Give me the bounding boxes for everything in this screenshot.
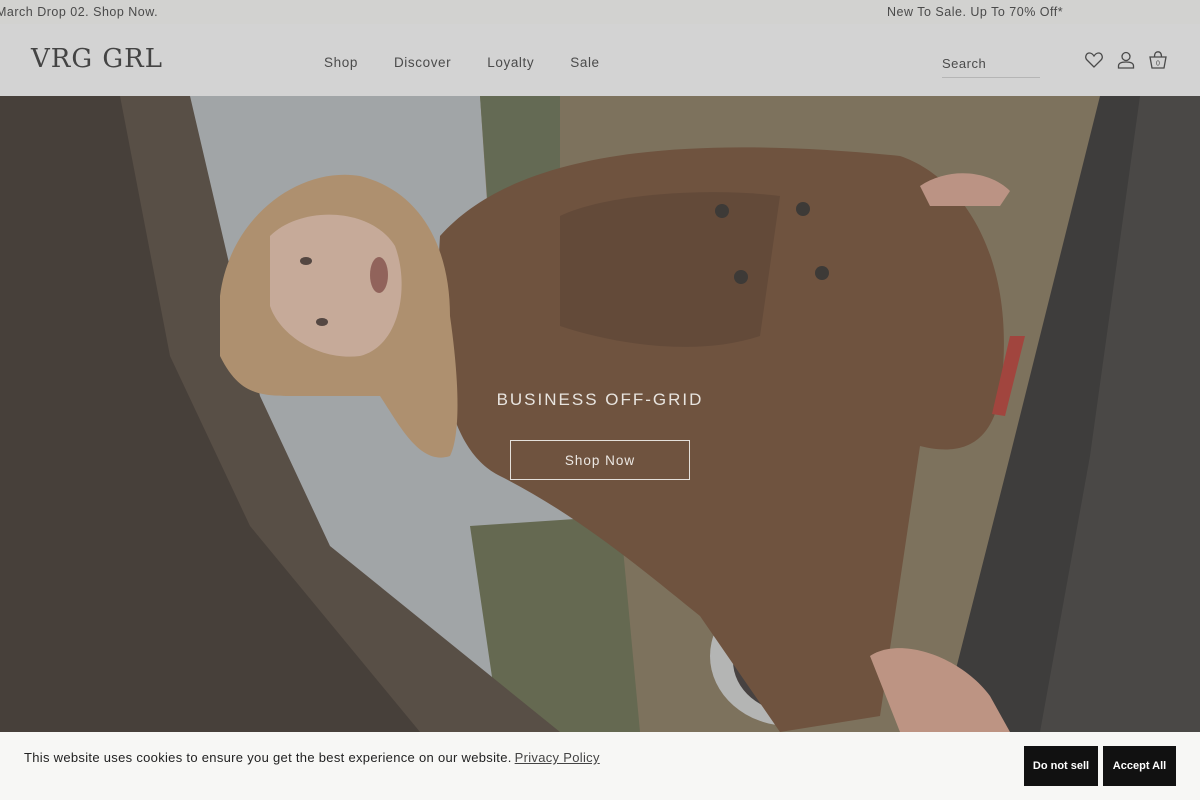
brand-logo[interactable]: VRG GRL bbox=[31, 44, 163, 74]
search-input[interactable] bbox=[942, 56, 1040, 71]
hero-shop-now-button[interactable]: Shop Now bbox=[510, 440, 690, 480]
main-nav: Shop Discover Loyalty Sale bbox=[324, 55, 636, 70]
nav-item-shop[interactable]: Shop bbox=[324, 55, 358, 70]
bag-count: 0 bbox=[1156, 61, 1160, 68]
announcement-bar: March Drop 02. Shop Now. New To Sale. Up… bbox=[0, 0, 1200, 24]
do-not-sell-button[interactable]: Do not sell bbox=[1024, 746, 1098, 786]
search-box bbox=[942, 55, 1040, 78]
announcement-right[interactable]: New To Sale. Up To 70% Off* bbox=[887, 5, 1063, 19]
nav-item-discover[interactable]: Discover bbox=[394, 55, 451, 70]
hero-overlay bbox=[0, 96, 1200, 732]
privacy-policy-link[interactable]: Privacy Policy bbox=[515, 750, 600, 765]
site-header: VRG GRL Shop Discover Loyalty Sale 0 bbox=[0, 24, 1200, 96]
user-icon[interactable] bbox=[1116, 50, 1136, 70]
accept-all-button[interactable]: Accept All bbox=[1103, 746, 1176, 786]
nav-item-loyalty[interactable]: Loyalty bbox=[487, 55, 534, 70]
hero-title: BUSINESS OFF-GRID bbox=[496, 390, 704, 409]
bag-icon[interactable]: 0 bbox=[1148, 50, 1168, 70]
announcement-left[interactable]: March Drop 02. Shop Now. bbox=[0, 5, 158, 19]
heart-icon[interactable] bbox=[1084, 50, 1104, 70]
cookie-message-wrap: This website uses cookies to ensure you … bbox=[24, 750, 600, 765]
cookie-banner: This website uses cookies to ensure you … bbox=[0, 732, 1200, 800]
cookie-message: This website uses cookies to ensure you … bbox=[24, 750, 512, 765]
hero-banner[interactable]: BUSINESS OFF-GRID Shop Now bbox=[0, 96, 1200, 732]
nav-item-sale[interactable]: Sale bbox=[570, 55, 599, 70]
